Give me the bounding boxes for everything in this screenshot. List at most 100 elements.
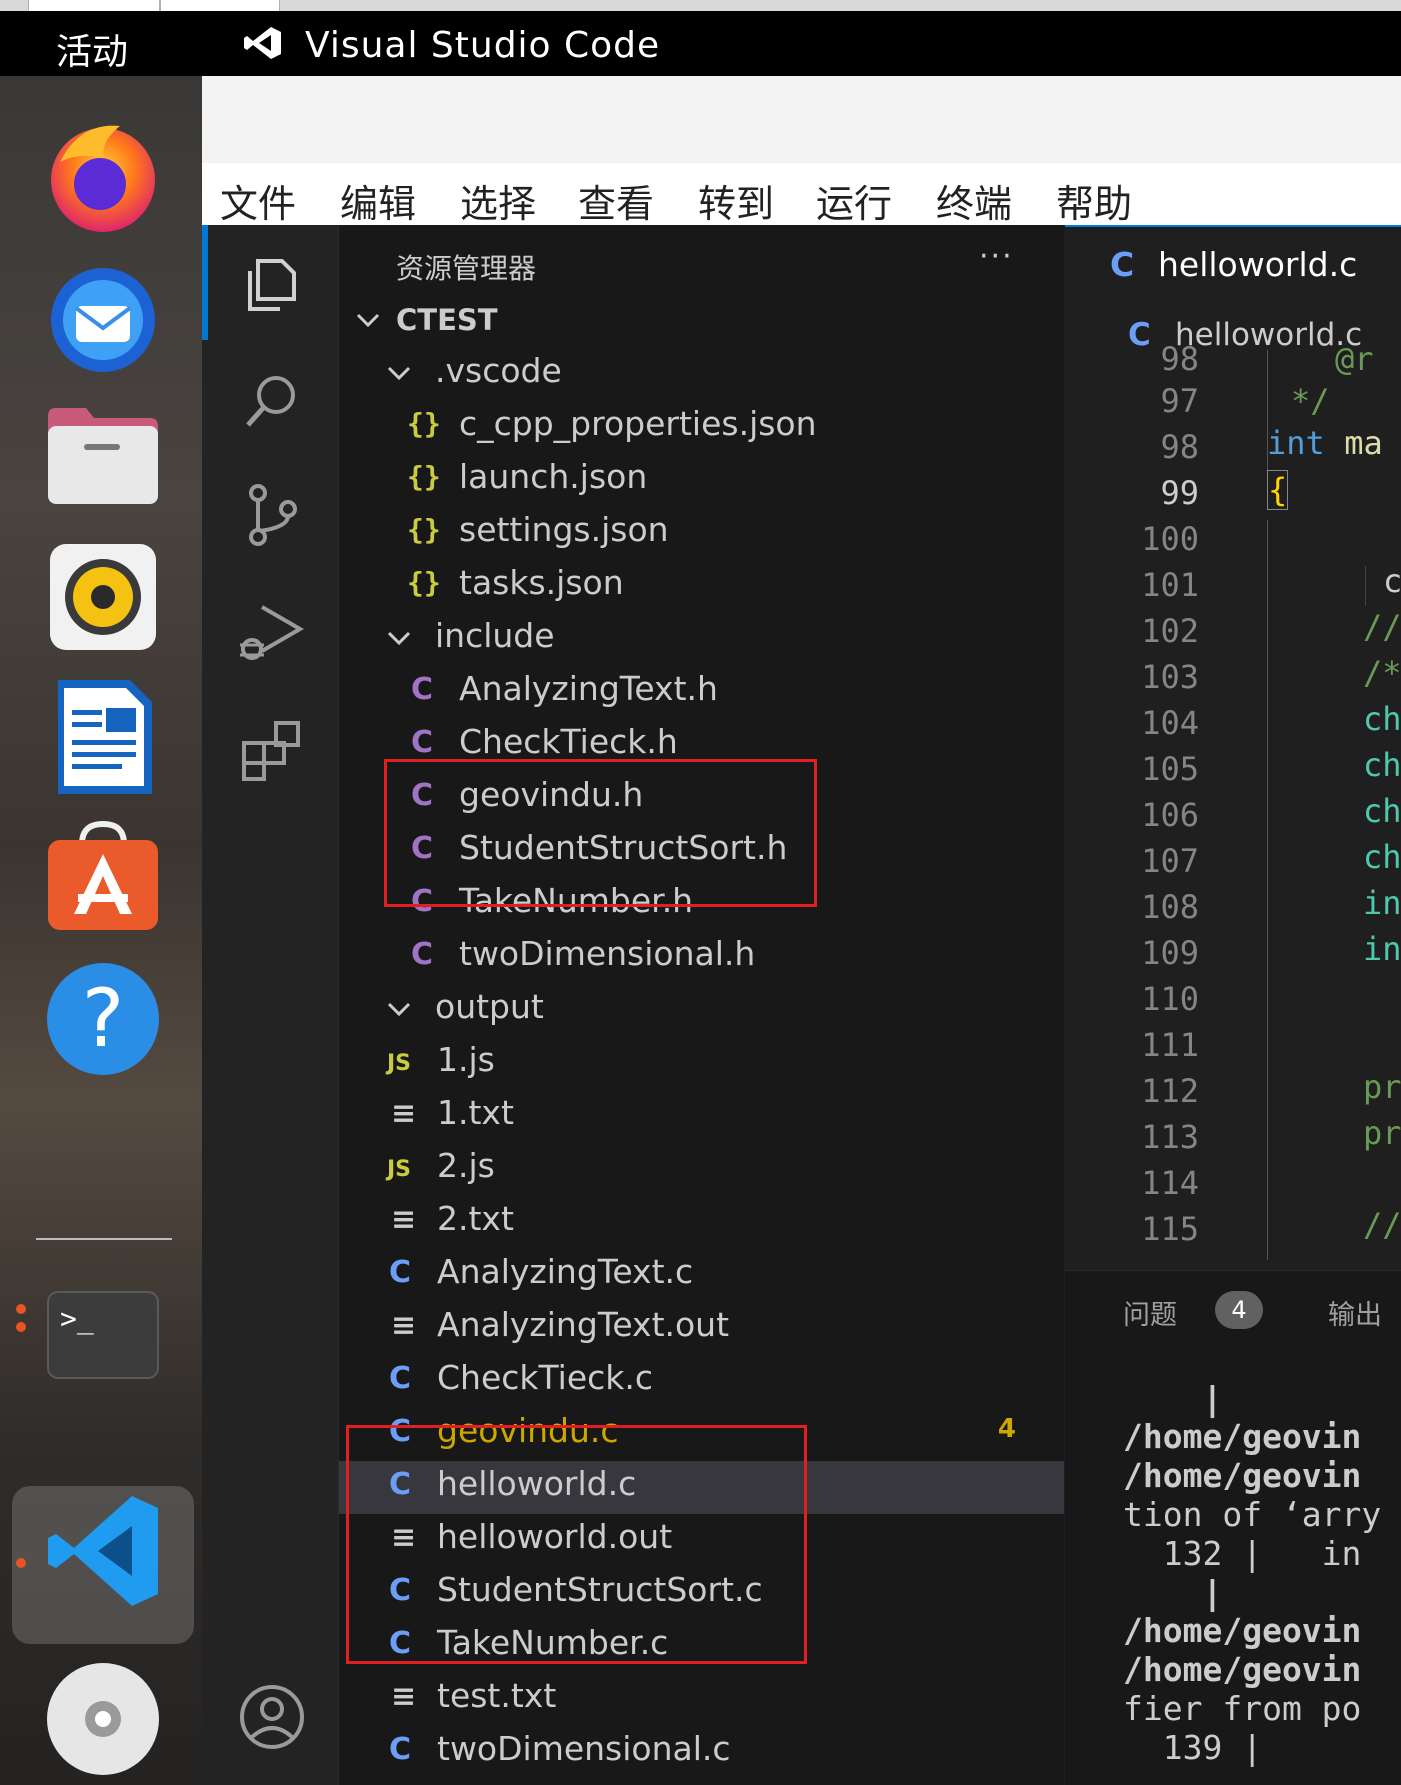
code-token: pr xyxy=(1363,1114,1401,1152)
line-number: 110 xyxy=(1141,980,1199,1018)
menu-help[interactable]: 帮助 xyxy=(1056,173,1132,228)
js-file-icon: JS xyxy=(387,1051,412,1076)
line-number: 108 xyxy=(1141,888,1199,926)
app-title[interactable]: Visual Studio Code xyxy=(305,25,660,66)
file-row[interactable]: ≡ test.txt xyxy=(339,1673,1064,1726)
dock-separator xyxy=(36,1238,172,1240)
libreoffice-writer-icon[interactable] xyxy=(40,674,166,800)
menu-terminal[interactable]: 终端 xyxy=(936,173,1012,228)
line-number: 98 xyxy=(1160,428,1199,466)
menu-edit[interactable]: 编辑 xyxy=(340,173,416,228)
folder-vscode[interactable]: .vscode xyxy=(339,348,1064,401)
file-row[interactable]: {} launch.json xyxy=(339,454,1064,507)
firefox-icon[interactable] xyxy=(40,112,166,238)
source-control-icon[interactable] xyxy=(236,479,308,551)
file-row[interactable]: C AnalyzingText.h xyxy=(339,666,1064,719)
activities-button[interactable]: 活动 xyxy=(56,23,128,75)
file-label: c_cpp_properties.json xyxy=(459,404,817,443)
line-number: 105 xyxy=(1141,750,1199,788)
gnome-top-bar: 活动 Visual Studio Code xyxy=(0,11,1401,76)
file-row[interactable]: JS 2.js xyxy=(339,1143,1064,1196)
file-row[interactable]: ≡ AnalyzingText.out xyxy=(339,1302,1064,1355)
file-label: twoDimensional.c xyxy=(437,1729,731,1768)
line-number: 103 xyxy=(1141,658,1199,696)
indent-guide xyxy=(1267,520,1268,1260)
code-keyword: int xyxy=(1267,424,1325,462)
code-editor[interactable]: 98 97 98 99 100 101 102 103 104 105 106 … xyxy=(1065,340,1401,1270)
chevron-down-icon xyxy=(387,366,411,381)
file-row[interactable]: ≡ 2.txt xyxy=(339,1196,1064,1249)
vscode-dock-icon[interactable] xyxy=(40,1488,166,1614)
menu-selection[interactable]: 选择 xyxy=(460,173,536,228)
bottom-panel: 问题 4 输出 | /home/geovin /home/geovin tion… xyxy=(1065,1270,1401,1785)
folder-include[interactable]: include xyxy=(339,613,1064,666)
terminal-icon[interactable]: >_ xyxy=(40,1272,166,1398)
accounts-icon[interactable] xyxy=(236,1681,308,1753)
editor-tab-bar: C helloworld.c xyxy=(1065,225,1401,302)
menu-run[interactable]: 运行 xyxy=(816,173,892,228)
search-icon[interactable] xyxy=(236,365,308,437)
terminal-line: | xyxy=(1123,1573,1223,1612)
thunderbird-icon[interactable] xyxy=(40,254,166,380)
file-label: launch.json xyxy=(459,457,648,496)
menu-go[interactable]: 转到 xyxy=(698,173,774,228)
menu-view[interactable]: 查看 xyxy=(578,173,654,228)
tab-output[interactable]: 输出 xyxy=(1328,1293,1382,1332)
file-label: settings.json xyxy=(459,510,669,549)
folder-label: include xyxy=(435,616,555,655)
code-token: */ xyxy=(1291,382,1330,420)
file-label: 1.js xyxy=(437,1040,495,1079)
svg-text:?: ? xyxy=(82,972,124,1065)
disc-drive-icon[interactable] xyxy=(40,1656,166,1782)
folder-label: .vscode xyxy=(435,351,562,390)
line-number: 101 xyxy=(1141,566,1199,604)
file-row[interactable]: C twoDimensional.h xyxy=(339,931,1064,984)
extensions-icon[interactable] xyxy=(236,713,308,785)
ubuntu-software-icon[interactable] xyxy=(40,814,166,940)
line-number: 102 xyxy=(1141,612,1199,650)
menu-bar: 文件 编辑 选择 查看 转到 运行 终端 帮助 xyxy=(202,163,1401,228)
chevron-down-icon xyxy=(387,631,411,646)
menu-file[interactable]: 文件 xyxy=(220,173,296,228)
line-number: 100 xyxy=(1141,520,1199,558)
tree-root-ctest[interactable]: CTEST xyxy=(339,295,1064,348)
code-token: ma xyxy=(1325,424,1383,462)
line-number: 114 xyxy=(1141,1164,1199,1202)
js-file-icon: JS xyxy=(387,1157,412,1182)
terminal-line: /home/geovin xyxy=(1123,1456,1362,1495)
file-row[interactable]: C AnalyzingText.c xyxy=(339,1249,1064,1302)
line-number: 104 xyxy=(1141,704,1199,742)
activity-bar xyxy=(202,225,339,1785)
run-debug-icon[interactable] xyxy=(236,595,308,667)
terminal-line: | xyxy=(1123,1379,1223,1418)
file-label: twoDimensional.h xyxy=(459,934,756,973)
file-row[interactable]: ≡ 1.txt xyxy=(339,1090,1064,1143)
files-icon[interactable] xyxy=(40,394,166,520)
terminal-line: fier from po xyxy=(1123,1689,1362,1728)
help-icon[interactable]: ? xyxy=(40,956,166,1082)
rhythmbox-icon[interactable] xyxy=(40,534,166,660)
tab-problems[interactable]: 问题 xyxy=(1123,1293,1177,1332)
file-label: AnalyzingText.c xyxy=(437,1252,694,1291)
running-indicator xyxy=(16,1322,26,1332)
line-number: 113 xyxy=(1141,1118,1199,1156)
file-row[interactable]: C twoDimensional.c xyxy=(339,1726,1064,1779)
explorer-icon[interactable] xyxy=(236,247,308,319)
code-comment: /* xyxy=(1363,654,1401,692)
annotation-box-headers xyxy=(384,759,817,907)
file-row[interactable]: {} settings.json xyxy=(339,507,1064,560)
line-number: 98 xyxy=(1160,340,1199,378)
code-token: in xyxy=(1363,884,1401,922)
file-row[interactable]: C CheckTieck.c xyxy=(339,1355,1064,1408)
file-row[interactable]: JS 1.js xyxy=(339,1037,1064,1090)
folder-output[interactable]: output xyxy=(339,984,1064,1037)
file-label: 2.txt xyxy=(437,1199,514,1238)
editor-tab-helloworld[interactable]: C helloworld.c xyxy=(1065,225,1401,302)
more-actions-button[interactable]: ··· xyxy=(979,239,1014,274)
problems-count-badge: 4 xyxy=(1215,1291,1263,1329)
file-row[interactable]: {} c_cpp_properties.json xyxy=(339,401,1064,454)
file-row[interactable]: {} tasks.json xyxy=(339,560,1064,613)
line-number: 111 xyxy=(1141,1026,1199,1064)
code-token: c xyxy=(1383,562,1401,600)
text-file-icon: ≡ xyxy=(391,1202,417,1237)
